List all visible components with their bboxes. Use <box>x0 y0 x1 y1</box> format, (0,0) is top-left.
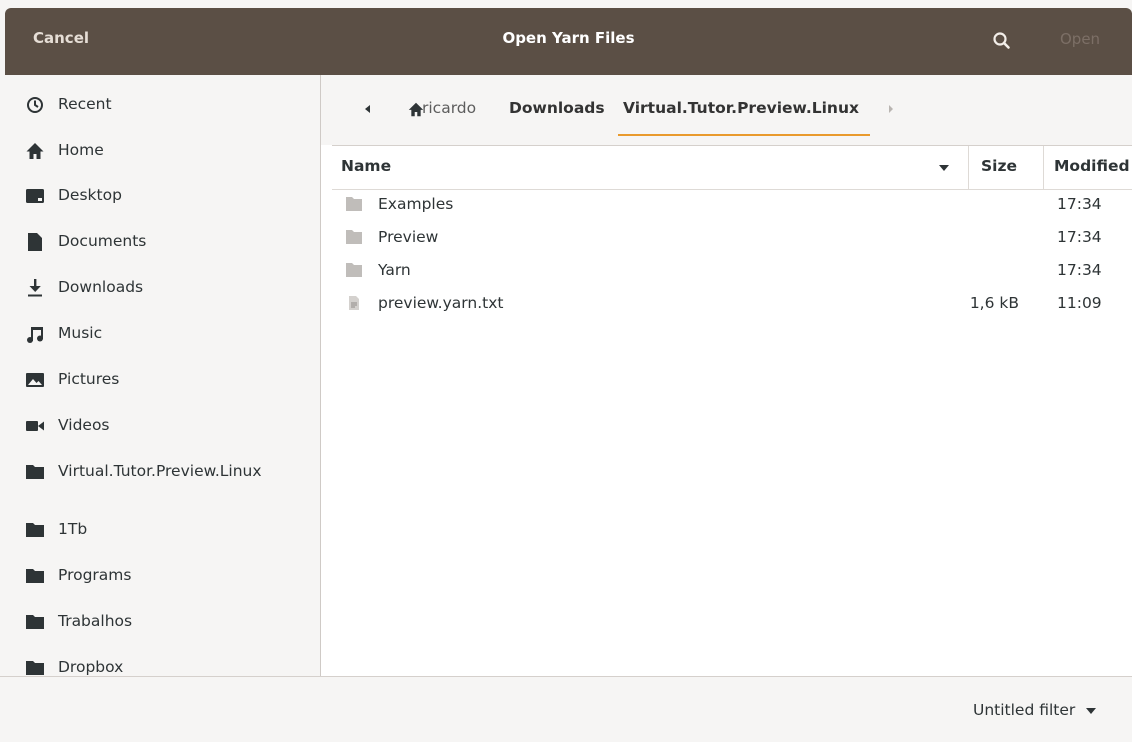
sidebar-item-1tb[interactable]: 1Tb <box>5 510 320 550</box>
path-button-home[interactable]: ricardo <box>422 99 476 117</box>
sidebar-item-programs[interactable]: Programs <box>5 556 320 596</box>
folder-icon <box>346 230 362 244</box>
sidebar-item-label: Desktop <box>58 186 122 204</box>
file-modified: 17:34 <box>1057 261 1102 279</box>
sort-descending-icon[interactable] <box>938 164 950 172</box>
sidebar-item-virtual-tutor[interactable]: Virtual.Tutor.Preview.Linux <box>5 452 320 492</box>
text-file-icon <box>349 296 359 310</box>
sidebar-item-label: Dropbox <box>58 658 124 676</box>
sidebar-item-label: Downloads <box>58 278 144 296</box>
folder-icon <box>26 615 44 629</box>
download-icon <box>28 279 42 297</box>
clock-icon <box>27 97 43 113</box>
path-bar: ricardo Downloads Virtual.Tutor.Preview.… <box>321 75 1132 145</box>
column-modified[interactable]: Modified <box>1054 157 1130 175</box>
file-row[interactable]: preview.yarn.txt 1,6 kB 11:09 <box>332 287 1132 320</box>
folder-icon <box>346 263 362 277</box>
current-path-indicator <box>618 134 870 136</box>
sidebar-item-pictures[interactable]: Pictures <box>5 360 320 400</box>
music-icon <box>27 327 43 343</box>
column-header: Name Size Modified <box>332 145 1132 190</box>
open-button[interactable]: Open <box>1060 30 1100 48</box>
column-name[interactable]: Name <box>341 157 391 175</box>
folder-icon <box>26 569 44 583</box>
sidebar-item-label: Documents <box>58 232 147 250</box>
search-icon <box>993 32 1010 49</box>
file-modified: 17:34 <box>1057 195 1102 213</box>
sidebar-item-documents[interactable]: Documents <box>5 222 320 262</box>
file-list-pane: ricardo Downloads Virtual.Tutor.Preview.… <box>321 75 1132 676</box>
folder-icon <box>26 465 44 479</box>
sidebar-item-label: Trabalhos <box>58 612 133 630</box>
sidebar-item-label: Pictures <box>58 370 120 388</box>
sidebar-item-home[interactable]: Home <box>5 131 320 171</box>
sidebar-item-trabalhos[interactable]: Trabalhos <box>5 602 320 642</box>
sidebar-item-music[interactable]: Music <box>5 314 320 354</box>
file-row[interactable]: Examples 17:34 <box>332 188 1132 221</box>
sidebar-item-label: Programs <box>58 566 132 584</box>
column-size[interactable]: Size <box>981 157 1017 175</box>
sidebar-item-desktop[interactable]: Desktop <box>5 176 320 216</box>
folder-icon <box>26 661 44 675</box>
places-sidebar: Recent Home Desktop Documents Downloads … <box>5 75 321 676</box>
video-icon <box>26 421 44 431</box>
chevron-down-icon <box>1086 707 1097 714</box>
file-name: Examples <box>378 195 454 213</box>
filter-label: Untitled filter <box>973 701 1076 719</box>
file-size: 1,6 kB <box>969 294 1019 312</box>
column-separator <box>1043 146 1044 189</box>
path-button-downloads[interactable]: Downloads <box>509 99 605 117</box>
folder-icon <box>26 523 44 537</box>
sidebar-item-label: Home <box>58 141 104 159</box>
path-button-current[interactable]: Virtual.Tutor.Preview.Linux <box>623 99 859 117</box>
pictures-icon <box>26 373 44 387</box>
column-separator <box>968 146 969 189</box>
sidebar-item-dropbox[interactable]: Dropbox <box>5 648 320 676</box>
chevron-right-icon[interactable] <box>886 103 896 115</box>
sidebar-item-label: Virtual.Tutor.Preview.Linux <box>58 462 262 480</box>
folder-icon <box>346 197 362 211</box>
sidebar-item-label: Recent <box>58 95 112 113</box>
sidebar-item-label: 1Tb <box>58 520 88 538</box>
file-name: Preview <box>378 228 439 246</box>
sidebar-item-downloads[interactable]: Downloads <box>5 268 320 308</box>
filter-combo[interactable]: Untitled filter <box>973 701 1097 719</box>
home-icon <box>26 143 44 159</box>
search-button[interactable] <box>989 28 1015 54</box>
sidebar-item-label: Videos <box>58 416 110 434</box>
header-bar: Cancel Open Yarn Files Open <box>5 8 1132 75</box>
file-name: Yarn <box>378 261 411 279</box>
sidebar-item-recent[interactable]: Recent <box>5 85 320 125</box>
file-chooser-dialog: Cancel Open Yarn Files Open Recent Home <box>0 0 1132 742</box>
file-row[interactable]: Yarn 17:34 <box>332 254 1132 287</box>
file-name: preview.yarn.txt <box>378 294 504 312</box>
desktop-icon <box>26 189 44 203</box>
dialog-title: Open Yarn Files <box>502 29 635 47</box>
sidebar-item-videos[interactable]: Videos <box>5 406 320 446</box>
file-row[interactable]: Preview 17:34 <box>332 221 1132 254</box>
chevron-left-icon[interactable] <box>361 102 375 116</box>
filter-bar: Untitled filter <box>0 676 1132 742</box>
file-modified: 17:34 <box>1057 228 1102 246</box>
file-modified: 11:09 <box>1057 294 1102 312</box>
sidebar-item-label: Music <box>58 324 103 342</box>
document-icon <box>28 233 42 251</box>
